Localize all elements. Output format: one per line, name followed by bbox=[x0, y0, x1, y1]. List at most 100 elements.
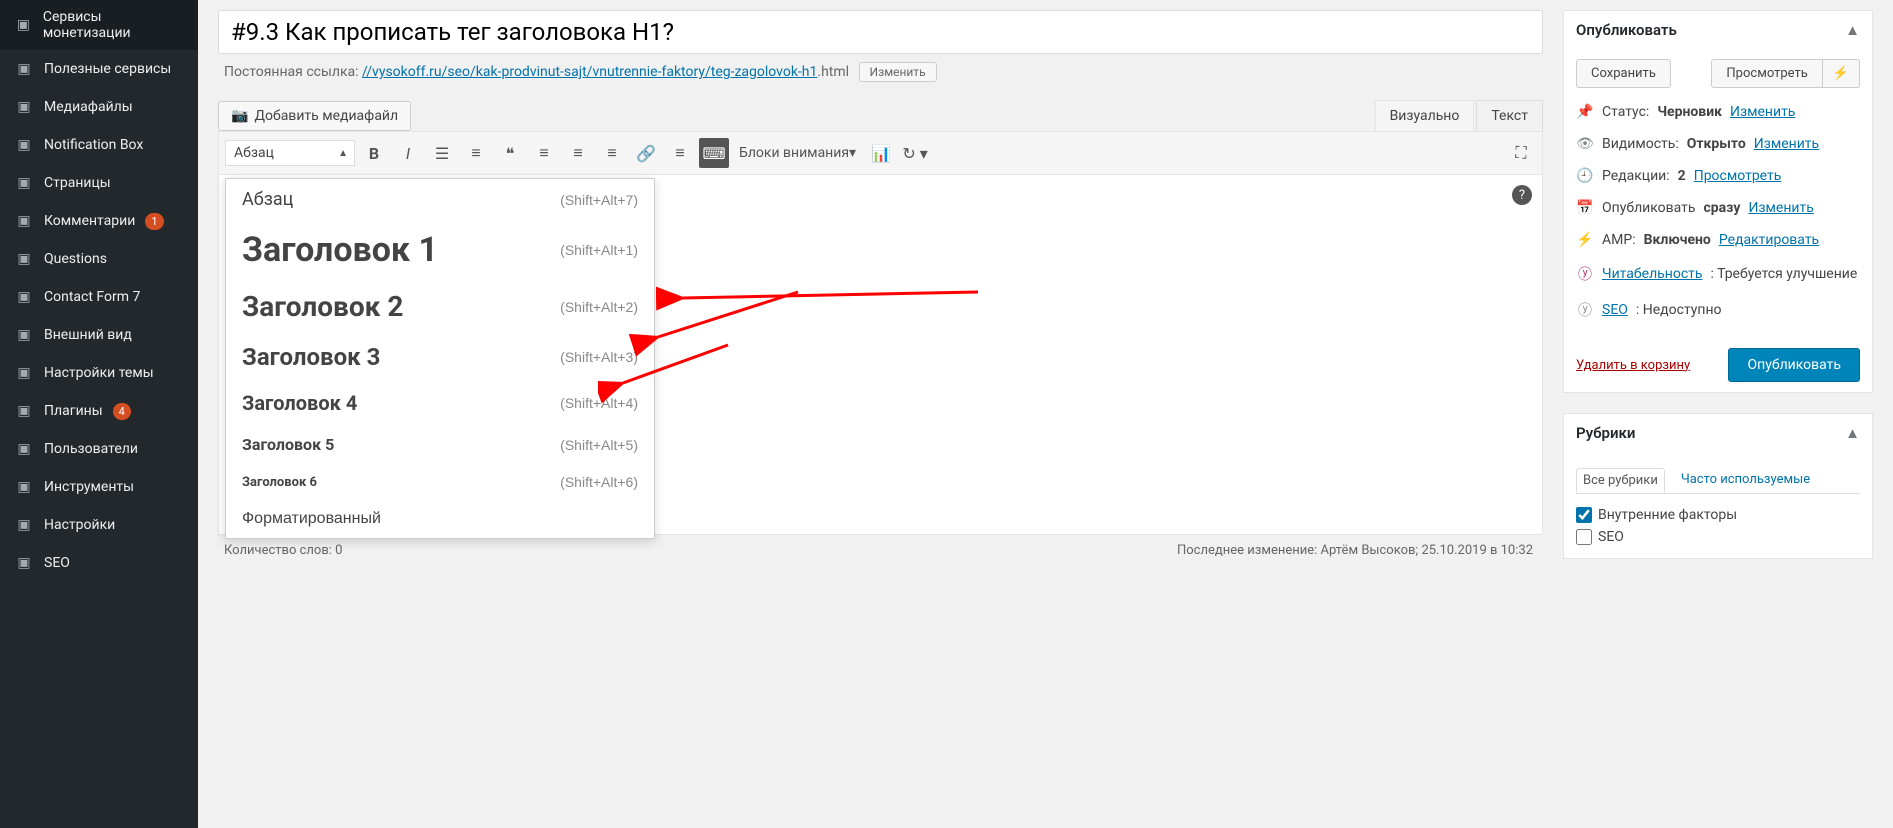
more-icon[interactable]: ≡ bbox=[665, 138, 695, 168]
stats-icon[interactable]: 📊 bbox=[866, 138, 896, 168]
format-option-h3[interactable]: Заголовок 3 (Shift+Alt+3) bbox=[226, 333, 654, 381]
quote-icon[interactable]: ❝ bbox=[495, 138, 525, 168]
format-option-h1[interactable]: Заголовок 1(Shift+Alt+1) bbox=[226, 220, 654, 280]
user-icon: ▣ bbox=[14, 439, 34, 459]
save-draft-button[interactable]: Сохранить bbox=[1576, 59, 1671, 88]
category-item[interactable]: Внутренние факторы bbox=[1576, 504, 1860, 526]
category-checkbox[interactable] bbox=[1576, 529, 1592, 545]
sidebar-item-label: SEO bbox=[44, 555, 70, 571]
format-option-shortcut: (Shift+Alt+3) bbox=[560, 349, 638, 365]
category-label: Внутренние факторы bbox=[1598, 507, 1737, 523]
collapse-icon[interactable]: ▲ bbox=[1845, 21, 1860, 39]
bullet-list-icon[interactable]: ☰ bbox=[427, 138, 457, 168]
format-option-h2[interactable]: Заголовок 2(Shift+Alt+2) bbox=[226, 280, 654, 333]
refresh-icon[interactable]: ↻ ▾ bbox=[900, 138, 930, 168]
sidebar-item-1[interactable]: ▣ Полезные сервисы bbox=[0, 50, 198, 88]
status-label: Статус: bbox=[1602, 104, 1649, 120]
format-option-h4[interactable]: Заголовок 4(Shift+Alt+4) bbox=[226, 381, 654, 425]
revisions-browse-link[interactable]: Просмотреть bbox=[1694, 168, 1782, 184]
sidebar-item-label: Contact Form 7 bbox=[44, 289, 140, 305]
preview-amp-button[interactable]: ⚡ bbox=[1823, 59, 1860, 88]
sidebar-item-label: Сервисы монетизации bbox=[43, 9, 184, 41]
add-media-label: Добавить медиафайл bbox=[254, 108, 398, 124]
settings-icon: ▣ bbox=[14, 515, 34, 535]
sidebar-item-4[interactable]: ▣Страницы bbox=[0, 164, 198, 202]
amp-icon: ⚡ bbox=[1576, 232, 1594, 248]
sidebar-item-3[interactable]: ▣Notification Box bbox=[0, 126, 198, 164]
post-title-input[interactable] bbox=[218, 10, 1543, 54]
help-icon[interactable]: ? bbox=[1512, 185, 1532, 205]
sidebar-item-2[interactable]: ▣Медиафайлы bbox=[0, 88, 198, 126]
revisions-value: 2 bbox=[1678, 168, 1686, 184]
link-icon[interactable]: 🔗 bbox=[631, 138, 661, 168]
category-checkbox[interactable] bbox=[1576, 507, 1592, 523]
format-option-label: Заголовок 3 bbox=[242, 343, 380, 371]
align-left-icon[interactable]: ≡ bbox=[529, 138, 559, 168]
readability-link[interactable]: Читабельность bbox=[1602, 266, 1703, 282]
tab-frequent-categories[interactable]: Часто используемые bbox=[1675, 468, 1816, 493]
move-to-trash-link[interactable]: Удалить в корзину bbox=[1576, 358, 1690, 373]
format-option-h6[interactable]: Заголовок 6(Shift+Alt+6) bbox=[226, 464, 654, 500]
format-option-shortcut: (Shift+Alt+6) bbox=[560, 474, 638, 490]
fullscreen-icon[interactable]: ⛶ bbox=[1506, 138, 1536, 168]
publish-button[interactable]: Опубликовать bbox=[1728, 348, 1860, 382]
sidebar-item-6[interactable]: ▣Questions bbox=[0, 240, 198, 278]
format-option-pre[interactable]: Форматированный bbox=[226, 500, 654, 538]
number-list-icon[interactable]: ≡ bbox=[461, 138, 491, 168]
format-option-label: Форматированный bbox=[242, 510, 381, 528]
category-list[interactable]: Внутренние факторы SEO bbox=[1576, 500, 1860, 548]
permalink-prefix: //vysokoff.ru/seo/kak-prodvinut-sajt/vnu… bbox=[362, 64, 711, 80]
sidebar-item-14[interactable]: ▣SEO bbox=[0, 544, 198, 582]
plugin-icon: ▣ bbox=[14, 401, 34, 421]
tab-text[interactable]: Текст bbox=[1476, 100, 1543, 131]
categories-header: Рубрики bbox=[1576, 424, 1635, 442]
comment-icon: ▣ bbox=[14, 211, 34, 231]
format-select[interactable]: Абзац bbox=[225, 140, 355, 166]
page-icon: ▣ bbox=[14, 173, 34, 193]
format-option-label: Заголовок 2 bbox=[242, 290, 403, 323]
badge: 4 bbox=[113, 403, 131, 420]
sidebar-item-label: Notification Box bbox=[44, 137, 143, 153]
sidebar-item-8[interactable]: ▣ Внешний вид bbox=[0, 316, 198, 354]
sidebar-item-label: Полезные сервисы bbox=[44, 61, 171, 77]
schedule-edit-link[interactable]: Изменить bbox=[1748, 200, 1813, 216]
align-right-icon[interactable]: ≡ bbox=[597, 138, 627, 168]
format-option-para[interactable]: Абзац(Shift+Alt+7) bbox=[226, 179, 654, 220]
sidebar-item-0[interactable]: ▣Сервисы монетизации bbox=[0, 0, 198, 50]
sidebar-item-label: Настройки bbox=[44, 517, 115, 533]
add-media-button[interactable]: 📷 Добавить медиафайл bbox=[218, 101, 411, 131]
amp-edit-link[interactable]: Редактировать bbox=[1719, 232, 1819, 248]
last-edit: Последнее изменение: Артём Высоков; 25.1… bbox=[1177, 543, 1533, 558]
seo-value: : Недоступно bbox=[1636, 302, 1722, 318]
format-option-h5[interactable]: Заголовок 5(Shift+Alt+5) bbox=[226, 425, 654, 464]
format-dropdown: Абзац(Shift+Alt+7)Заголовок 1(Shift+Alt+… bbox=[225, 178, 655, 539]
preview-button[interactable]: Просмотреть bbox=[1711, 59, 1822, 88]
visibility-edit-link[interactable]: Изменить bbox=[1754, 136, 1819, 152]
seo-link[interactable]: SEO bbox=[1602, 302, 1628, 318]
italic-button[interactable]: I bbox=[393, 138, 423, 168]
bold-button[interactable]: B bbox=[359, 138, 389, 168]
sidebar-item-7[interactable]: ▣Contact Form 7 bbox=[0, 278, 198, 316]
toolbar-toggle-icon[interactable]: ⌨ bbox=[699, 138, 729, 168]
sidebar-item-10[interactable]: ▣Плагины4 bbox=[0, 392, 198, 430]
sidebar-item-13[interactable]: ▣ Настройки bbox=[0, 506, 198, 544]
category-item[interactable]: SEO bbox=[1576, 526, 1860, 548]
permalink-edit-button[interactable]: Изменить bbox=[859, 62, 937, 82]
sidebar-item-9[interactable]: ▣Настройки темы bbox=[0, 354, 198, 392]
tab-all-categories[interactable]: Все рубрики bbox=[1576, 468, 1665, 493]
sidebar-item-label: Внешний вид bbox=[44, 327, 132, 343]
list-icon: ▣ bbox=[14, 59, 34, 79]
sidebar-item-12[interactable]: ▣Инструменты bbox=[0, 468, 198, 506]
attention-blocks-dropdown[interactable]: Блоки внимания ▾ bbox=[733, 138, 862, 168]
editor-main: Постоянная ссылка: //vysokoff.ru/seo/kak… bbox=[198, 0, 1563, 828]
format-option-label: Абзац bbox=[242, 189, 293, 210]
brush-icon: ▣ bbox=[14, 325, 34, 345]
status-edit-link[interactable]: Изменить bbox=[1730, 104, 1795, 120]
sidebar-item-5[interactable]: ▣Комментарии1 bbox=[0, 202, 198, 240]
sidebar-item-11[interactable]: ▣Пользователи bbox=[0, 430, 198, 468]
collapse-icon[interactable]: ▲ bbox=[1845, 424, 1860, 442]
permalink-link[interactable]: //vysokoff.ru/seo/kak-prodvinut-sajt/vnu… bbox=[362, 64, 817, 80]
align-center-icon[interactable]: ≡ bbox=[563, 138, 593, 168]
format-option-label: Заголовок 4 bbox=[242, 391, 357, 415]
tab-visual[interactable]: Визуально bbox=[1375, 100, 1475, 131]
